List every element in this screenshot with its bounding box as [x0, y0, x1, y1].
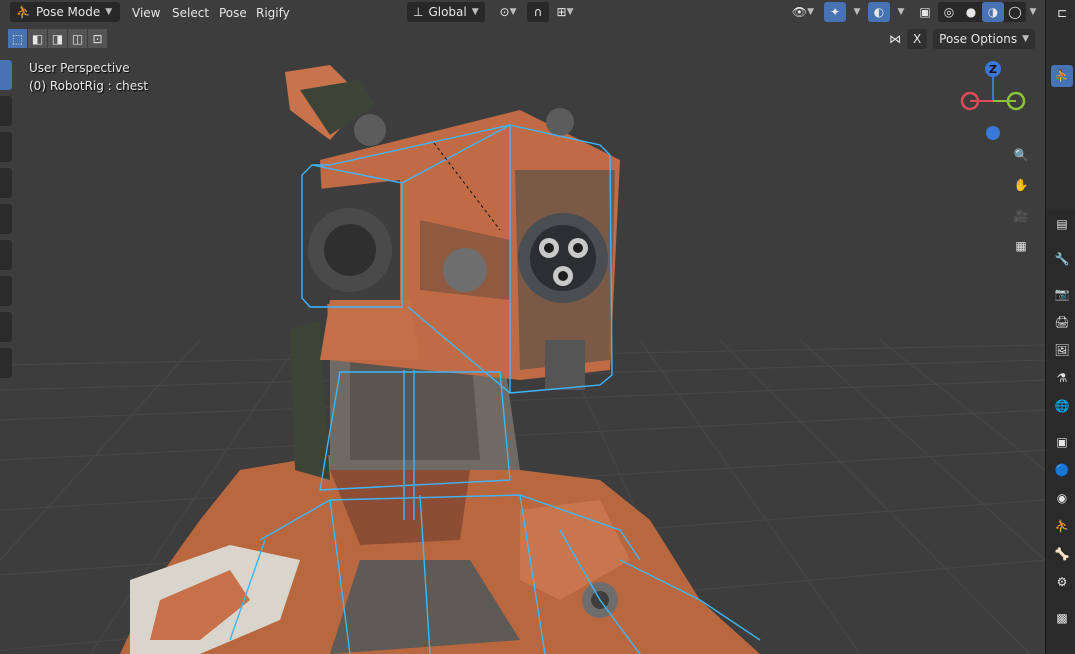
- rotate-tool-icon[interactable]: [0, 168, 12, 198]
- object-data-armature-icon[interactable]: ⛹: [1051, 515, 1073, 537]
- object-properties-icon[interactable]: ▣: [1051, 431, 1073, 453]
- scene-properties-icon[interactable]: ⚗: [1051, 367, 1073, 389]
- select-intersect-icon[interactable]: ⊡: [88, 29, 107, 48]
- armature-data-icon[interactable]: ⛹: [1051, 65, 1073, 87]
- x-mirror-button[interactable]: X: [906, 29, 928, 49]
- snap-magnet-icon[interactable]: ∩: [527, 2, 549, 22]
- measure-tool-icon[interactable]: [0, 312, 12, 342]
- robot-body: [120, 455, 760, 654]
- axis-z-label: Z: [989, 63, 997, 76]
- outliner-region: [1046, 0, 1075, 210]
- material-preview-icon[interactable]: ◑: [982, 2, 1004, 22]
- viewport-info: User Perspective (0) RobotRig : chest: [29, 59, 148, 95]
- symmetry-icon[interactable]: ⋈: [889, 32, 901, 46]
- outliner-filter-icon[interactable]: ⊏: [1051, 2, 1073, 24]
- chevron-down-icon: ▼: [1022, 34, 1029, 44]
- chevron-down-icon: ▼: [105, 7, 113, 17]
- mode-label: Pose Mode: [35, 5, 101, 19]
- 3d-viewport[interactable]: ⛹ Pose Mode ▼ View Select Pose Rigify ⊥ …: [0, 0, 1045, 654]
- wireframe-shading-icon[interactable]: ◎: [938, 2, 960, 22]
- pan-hand-icon[interactable]: ✋: [1008, 172, 1034, 198]
- viewport-header: ⛹ Pose Mode ▼ View Select Pose Rigify ⊥ …: [0, 0, 1045, 25]
- select-subtract-icon[interactable]: ◨: [48, 29, 67, 48]
- texture-properties-icon[interactable]: ▩: [1051, 607, 1073, 629]
- camera-view-icon[interactable]: 🎥: [1008, 203, 1034, 229]
- scene-render[interactable]: [0, 0, 1045, 654]
- render-properties-icon[interactable]: 📷: [1051, 283, 1073, 305]
- bone-properties-icon[interactable]: 🦴: [1051, 543, 1073, 565]
- pose-options-group: ⋈ X Pose Options ▼: [889, 29, 1035, 49]
- transform-orientation-dropdown[interactable]: ⊥ Global ▼: [407, 2, 485, 22]
- navigation-gizmo[interactable]: Z: [955, 55, 1035, 145]
- perspective-label: User Perspective: [29, 61, 130, 75]
- bone-constraint-icon[interactable]: ⚙: [1051, 571, 1073, 593]
- visibility-eye-icon[interactable]: 👁 ▼: [788, 2, 818, 22]
- chevron-down-icon: ▼: [471, 7, 479, 17]
- physics-properties-icon[interactable]: ◉: [1051, 487, 1073, 509]
- properties-tab-bar: ⊏ ⛹ ▤ 🔧 📷 🖨 🖼 ⚗ 🌐 ▣ 🔵 ◉ ⛹ 🦴 ⚙ ▩: [1045, 0, 1075, 654]
- xray-toggle-icon[interactable]: ▣: [914, 2, 936, 22]
- menu-rigify[interactable]: Rigify: [250, 2, 296, 23]
- solid-shading-icon[interactable]: ●: [960, 2, 982, 22]
- chevron-down-icon[interactable]: ▼: [890, 2, 912, 22]
- orientation-icon: ⊥: [413, 5, 424, 19]
- pose-mode-icon: ⛹: [16, 5, 31, 19]
- gizmo-toggle-icon[interactable]: ✦: [824, 2, 846, 22]
- annotate-tool-icon[interactable]: [0, 276, 12, 306]
- menu-view[interactable]: View: [126, 2, 166, 23]
- bone-tool-icon[interactable]: [0, 348, 12, 378]
- left-toolbar: [0, 60, 12, 384]
- rendered-shading-icon[interactable]: ◯: [1004, 2, 1026, 22]
- shading-mode-group: ◎ ● ◑ ◯: [938, 2, 1026, 22]
- menu-select[interactable]: Select: [166, 2, 215, 23]
- robot-head: [285, 65, 620, 390]
- select-box-tool-icon[interactable]: [0, 60, 12, 90]
- axis-z-neg-icon: [986, 126, 1000, 140]
- perspective-toggle-icon[interactable]: ▦: [1008, 233, 1034, 259]
- select-difference-icon[interactable]: ◫: [68, 29, 87, 48]
- chevron-down-icon[interactable]: ▼: [846, 2, 868, 22]
- properties-editor-icon[interactable]: ▤: [1051, 213, 1073, 235]
- menu-pose[interactable]: Pose: [213, 2, 253, 23]
- context-label: (0) RobotRig : chest: [29, 79, 149, 93]
- pose-options-dropdown[interactable]: Pose Options ▼: [933, 29, 1035, 49]
- zoom-icon[interactable]: 🔍: [1008, 142, 1034, 168]
- tool-settings-icon[interactable]: 🔧: [1051, 248, 1073, 270]
- pivot-point-icon[interactable]: ⊙ ▼: [494, 2, 522, 22]
- move-tool-icon[interactable]: [0, 132, 12, 162]
- transform-tool-icon[interactable]: [0, 240, 12, 270]
- select-mode-group: ⬚ ◧ ◨ ◫ ⊡: [8, 29, 107, 49]
- snap-target-icon[interactable]: ⊞ ▼: [550, 2, 580, 22]
- select-extend-icon[interactable]: ◧: [28, 29, 47, 48]
- cursor-tool-icon[interactable]: [0, 96, 12, 126]
- scale-tool-icon[interactable]: [0, 204, 12, 234]
- view-layer-icon[interactable]: 🖼: [1051, 339, 1073, 361]
- modifier-properties-icon[interactable]: 🔵: [1051, 459, 1073, 481]
- output-properties-icon[interactable]: 🖨: [1051, 311, 1073, 333]
- world-properties-icon[interactable]: 🌐: [1051, 395, 1073, 417]
- mode-dropdown[interactable]: ⛹ Pose Mode ▼: [10, 2, 120, 22]
- pose-options-label: Pose Options: [939, 32, 1018, 46]
- select-new-icon[interactable]: ⬚: [8, 29, 27, 48]
- overlays-toggle-icon[interactable]: ◐: [868, 2, 890, 22]
- orientation-label: Global: [428, 5, 467, 19]
- chevron-down-icon[interactable]: ▼: [1024, 2, 1042, 22]
